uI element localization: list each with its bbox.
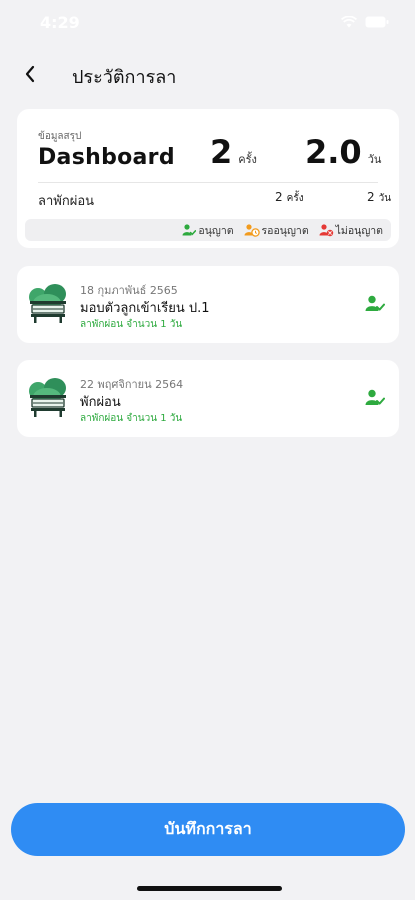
legend-rejected: ไม่อนุญาต <box>319 222 383 239</box>
leave-subtitle: ลาพักผ่อน จำนวน 1 วัน <box>80 319 183 330</box>
leave-record-card[interactable]: 22 พฤศจิกายน 2564 พักผ่อน ลาพักผ่อน จำนว… <box>17 360 399 437</box>
status-legend: อนุญาต รออนุญาต ไม่อนุญาต <box>25 219 391 241</box>
leave-type-count-unit: ครั้ง <box>286 193 304 204</box>
user-check-icon <box>182 224 197 236</box>
user-check-icon <box>365 389 385 405</box>
total-days-stat: 2.0 วัน <box>305 133 381 171</box>
status-time: 4:29 <box>40 12 80 32</box>
wifi-icon <box>341 16 357 28</box>
legend-pending: รออนุญาต <box>244 222 309 239</box>
leave-type-count: 2 ครั้ง <box>275 190 304 206</box>
leave-type-label: ลาพักผ่อน <box>38 194 95 209</box>
leave-title: พักผ่อน <box>80 395 121 410</box>
summary-heading: Dashboard <box>38 145 175 170</box>
total-count-stat: 2 ครั้ง <box>210 133 257 171</box>
total-count-unit: ครั้ง <box>238 153 257 166</box>
leave-title: มอบตัวลูกเข้าเรียน ป.1 <box>80 301 210 316</box>
user-clock-icon <box>244 223 260 237</box>
legend-pending-label: รออนุญาต <box>261 224 309 237</box>
save-leave-button[interactable]: บันทึกการลา <box>11 803 405 856</box>
home-indicator <box>137 886 282 891</box>
leave-subtitle: ลาพักผ่อน จำนวน 1 วัน <box>80 413 183 424</box>
battery-icon <box>365 16 389 28</box>
user-check-icon <box>365 295 385 311</box>
leave-type-days-unit: วัน <box>378 193 392 204</box>
total-count-value: 2 <box>210 133 233 171</box>
summary-caption: ข้อมูลสรุป <box>38 131 82 142</box>
park-bench-icon <box>29 378 66 417</box>
summary-divider <box>38 182 378 183</box>
back-button[interactable] <box>16 58 44 90</box>
status-bar: 4:29 <box>0 0 415 44</box>
legend-rejected-label: ไม่อนุญาต <box>335 224 383 237</box>
summary-card: ข้อมูลสรุป Dashboard 2 ครั้ง 2.0 วัน ลาพ… <box>17 109 399 248</box>
legend-approved: อนุญาต <box>182 222 234 239</box>
status-icons <box>341 16 389 28</box>
leave-type-days-value: 2 <box>367 190 375 204</box>
leave-type-count-value: 2 <box>275 190 283 204</box>
leave-type-days: 2 วัน <box>367 190 391 206</box>
chevron-left-icon <box>25 65 35 83</box>
page-title: ประวัติการลา <box>72 67 177 88</box>
total-days-value: 2.0 <box>305 133 362 171</box>
header: ประวัติการลา <box>0 56 415 92</box>
total-days-unit: วัน <box>367 153 382 166</box>
user-x-icon <box>319 223 333 236</box>
legend-approved-label: อนุญาต <box>198 224 234 237</box>
leave-record-card[interactable]: 18 กุมภาพันธ์ 2565 มอบตัวลูกเข้าเรียน ป.… <box>17 266 399 343</box>
park-bench-icon <box>29 284 66 323</box>
